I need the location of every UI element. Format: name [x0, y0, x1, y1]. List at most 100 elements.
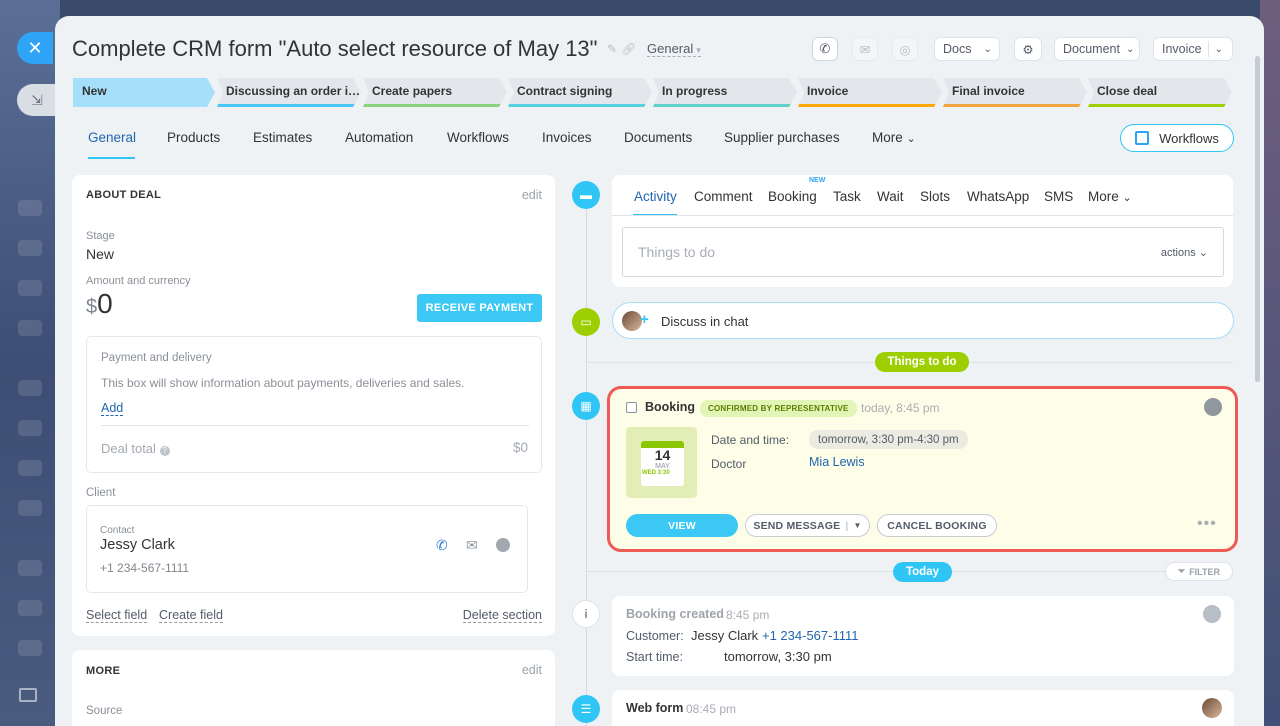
help-icon[interactable]: ?	[159, 446, 170, 456]
created-time: 8:45 pm	[726, 608, 770, 622]
tab-invoices[interactable]: Invoices	[542, 130, 592, 145]
calendar-tile: 14 MAY WED 3:30	[626, 427, 697, 498]
create-field-link[interactable]: Create field	[159, 608, 223, 623]
chat-icon: ◎	[899, 42, 911, 57]
booking-checkbox[interactable]	[626, 402, 637, 413]
chevron-down-icon: ⌄	[1125, 43, 1135, 55]
start-time-label: Start time:	[626, 650, 683, 664]
stage-close-deal[interactable]: Close deal	[1088, 78, 1232, 107]
contact-name[interactable]: Jessy Clark	[100, 537, 175, 553]
more-options-icon[interactable]: •••	[1197, 515, 1217, 533]
workflows-button[interactable]: Workflows	[1120, 124, 1234, 152]
more-title: MORE	[86, 665, 121, 677]
tab-workflows[interactable]: Workflows	[447, 130, 509, 145]
view-button[interactable]: VIEW	[626, 514, 738, 537]
pencil-icon[interactable]: ✎	[607, 42, 621, 56]
workflow-icon	[1135, 131, 1150, 145]
active-tab-indicator	[88, 157, 135, 159]
chat-button[interactable]: ◎	[892, 37, 918, 61]
select-field-link[interactable]: Select field	[86, 608, 148, 623]
doctor-label: Doctor	[711, 457, 747, 471]
add-payment-link[interactable]: Add	[101, 401, 124, 416]
things-to-do-input[interactable]: Things to do actions ⌄	[622, 227, 1224, 277]
docs-button[interactable]: Docs ⌄	[934, 37, 1000, 61]
tab-sms[interactable]: SMS	[1044, 189, 1073, 204]
tab-documents[interactable]: Documents	[624, 130, 692, 145]
customer-name: Jessy Clark	[691, 628, 759, 643]
chat-icon[interactable]	[496, 538, 510, 552]
tab-automation[interactable]: Automation	[345, 130, 413, 145]
tab-general[interactable]: General	[88, 130, 136, 145]
tab-supplier-purchases[interactable]: Supplier purchases	[724, 130, 840, 145]
new-badge: NEW	[809, 177, 826, 184]
user-avatar-icon[interactable]	[1203, 605, 1221, 623]
stage-value: New	[86, 246, 115, 262]
filter-button[interactable]: ⏷ FILTER	[1165, 562, 1233, 581]
category-label: General	[647, 41, 694, 56]
phone-icon[interactable]: ✆	[436, 537, 448, 554]
category-selector[interactable]: General ▾	[647, 41, 701, 57]
web-form-card: Web form 08:45 pm	[612, 690, 1234, 726]
link-icon[interactable]: 🔗︎	[621, 42, 640, 56]
tab-whatsapp[interactable]: WhatsApp	[967, 189, 1029, 204]
activity-editor-card: Activity Comment NEW Booking Task Wait S…	[612, 175, 1233, 287]
tab-slots[interactable]: Slots	[920, 189, 950, 204]
tab-task[interactable]: Task	[833, 189, 861, 204]
tab-wait[interactable]: Wait	[877, 189, 904, 204]
invoice-button[interactable]: Invoice ⌄	[1153, 37, 1233, 61]
actions-dropdown[interactable]: actions ⌄	[1161, 246, 1208, 259]
tab-comment[interactable]: Comment	[694, 189, 753, 204]
stage-final-invoice[interactable]: Final invoice	[943, 78, 1087, 107]
blurred-menu-item	[18, 380, 42, 396]
stage-discussing[interactable]: Discussing an order i…	[217, 78, 361, 107]
web-form-time: 08:45 pm	[686, 702, 737, 716]
title-edit-icons[interactable]: ✎🔗︎	[607, 42, 640, 56]
calendar-sheet: 14 MAY WED 3:30	[641, 441, 684, 486]
chevron-down-icon: ▾	[696, 45, 701, 55]
tab-activity[interactable]: Activity	[634, 189, 677, 204]
more-edit-link[interactable]: edit	[522, 663, 542, 677]
about-deal-edit-link[interactable]: edit	[522, 188, 542, 202]
user-avatar-icon[interactable]	[1204, 398, 1222, 416]
actions-label: actions	[1160, 247, 1196, 259]
blurred-menu-item	[18, 320, 42, 336]
tab-products[interactable]: Products	[167, 130, 220, 145]
stage-invoice[interactable]: Invoice	[798, 78, 942, 107]
stage-contract-signing[interactable]: Contract signing	[508, 78, 652, 107]
tab-more-activity[interactable]: More ⌄	[1088, 189, 1132, 204]
printer-icon[interactable]	[19, 688, 37, 702]
created-title: Booking created	[626, 607, 724, 621]
calendar-month: MAY	[655, 463, 670, 470]
invoice-label: Invoice	[1162, 42, 1202, 56]
stage-in-progress[interactable]: In progress	[653, 78, 797, 107]
send-message-button[interactable]: SEND MESSAGE | ▼	[745, 514, 870, 537]
scrollbar[interactable]	[1255, 56, 1260, 382]
close-slider-button[interactable]: ✕	[17, 32, 53, 64]
email-button[interactable]: ✉	[852, 37, 878, 61]
amount-number: 0	[97, 288, 113, 319]
document-button[interactable]: Document ⌄	[1054, 37, 1140, 61]
stage-new[interactable]: New	[73, 78, 215, 107]
workflows-button-label: Workflows	[1159, 130, 1219, 146]
cancel-booking-button[interactable]: CANCEL BOOKING	[877, 514, 997, 537]
chevron-down-icon: ⌄	[1198, 247, 1208, 259]
comment-icon: ▬	[572, 181, 600, 209]
tab-estimates[interactable]: Estimates	[253, 130, 312, 145]
settings-button[interactable]: ⚙	[1014, 37, 1042, 61]
tab-more[interactable]: More ⌄	[872, 130, 916, 145]
stage-create-papers[interactable]: Create papers	[363, 78, 507, 107]
close-icon: ✕	[27, 37, 43, 58]
customer-phone-link[interactable]: +1 234-567-1111	[762, 628, 859, 643]
start-time-value: tomorrow, 3:30 pm	[724, 649, 832, 664]
receive-payment-button[interactable]: RECEIVE PAYMENT	[417, 294, 542, 322]
call-button[interactable]: ✆	[812, 37, 838, 61]
tab-booking[interactable]: Booking	[768, 189, 817, 204]
mail-icon[interactable]: ✉	[466, 537, 478, 554]
doctor-link[interactable]: Mia Lewis	[809, 455, 865, 469]
discuss-in-chat-button[interactable]: + Discuss in chat	[612, 302, 1234, 339]
minimize-slider-button[interactable]: ⇲	[17, 84, 57, 116]
tab-more-label: More	[872, 130, 903, 145]
today-badge: Today	[893, 562, 952, 582]
delete-section-link[interactable]: Delete section	[462, 608, 542, 623]
caret-down-icon[interactable]: ▼	[854, 521, 862, 530]
